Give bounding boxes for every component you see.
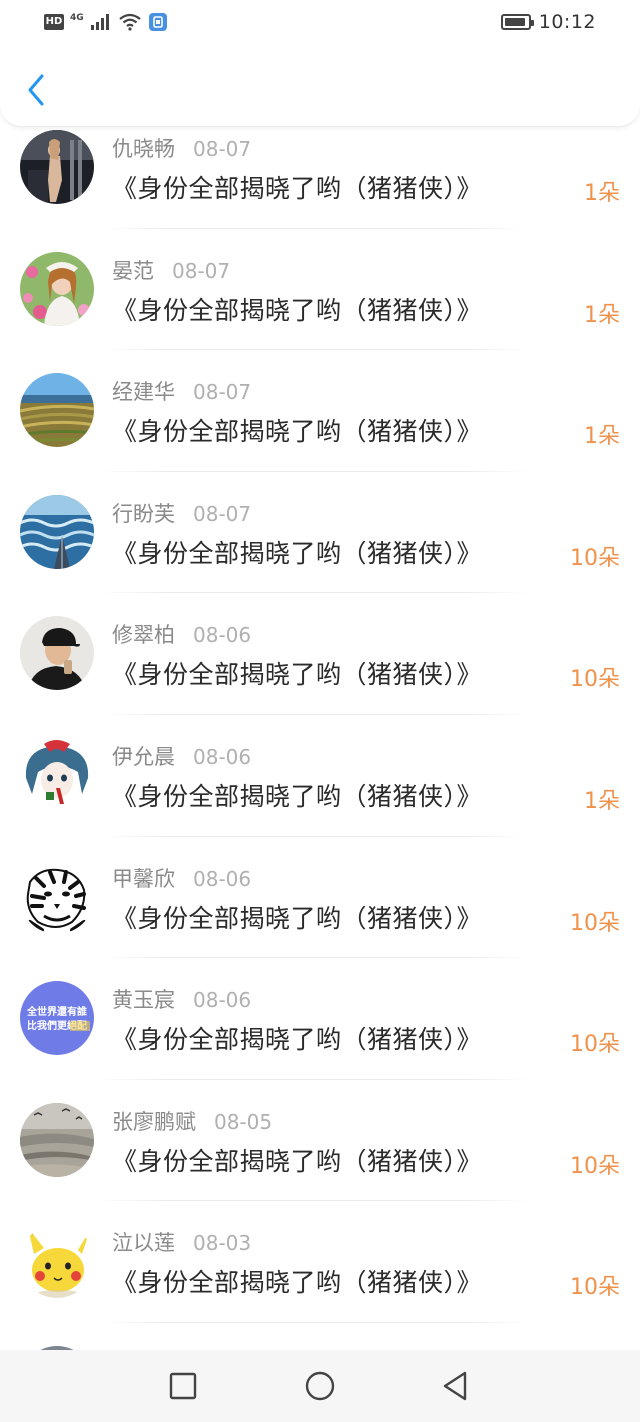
item-meta: 甲馨欣 08-06 [112,863,251,893]
back-nav-button[interactable] [437,1368,473,1404]
square-icon [169,1372,197,1400]
gift-amount: 10朵 [570,1275,620,1301]
woman-flowers-avatar[interactable] [20,251,94,326]
gift-list[interactable]: 仇晓畅 08-07 《身份全部揭晓了哟（猪猪侠）》 1朵 晏范 08-07 《身… [0,126,640,1350]
battery-icon [500,14,534,30]
gift-date: 08-06 [193,866,252,891]
work-title[interactable]: 《身份全部揭晓了哟（猪猪侠）》 [112,1263,482,1299]
item-meta: 伊允晨 08-06 [112,741,251,771]
network-type: 4G [70,12,84,23]
gift-date: 08-07 [193,380,252,405]
gift-amount: 1朵 [584,788,620,814]
gift-date: 08-05 [214,1109,273,1134]
work-title[interactable]: 《身份全部揭晓了哟（猪猪侠）》 [112,1142,482,1178]
gift-date: 08-06 [193,988,252,1013]
item-meta: 张廖鹏赋 08-05 [112,1106,272,1136]
item-meta: 仇晓畅 08-07 [112,133,251,163]
man-cap-avatar[interactable] [20,616,94,691]
triangle-back-icon [443,1371,467,1401]
system-nav-bar [0,1350,640,1422]
gift-list-inner: 仇晓畅 08-07 《身份全部揭晓了哟（猪猪侠）》 1朵 晏范 08-07 《身… [0,126,640,1350]
list-item[interactable]: 全世界還有誰 比我們更絕配 黄玉宸 08-06 《身份全部揭晓了哟（猪猪侠）》 … [0,958,640,1080]
sender-name[interactable]: 修翠柏 [112,619,175,649]
list-item[interactable]: 甲馨欣 08-06 《身份全部揭晓了哟（猪猪侠）》 10朵 [0,837,640,959]
recent-apps-button[interactable] [165,1368,201,1404]
gift-date: 08-06 [193,744,252,769]
item-meta: 黄玉宸 08-06 [112,984,251,1014]
gift-amount: 10朵 [570,1032,620,1058]
item-meta: 行盼芙 08-07 [112,498,251,528]
sender-name[interactable]: 伊允晨 [112,741,175,771]
work-title[interactable]: 《身份全部揭晓了哟（猪猪侠）》 [112,412,482,448]
status-left: HD 4G [44,10,168,34]
signal-icon [90,14,109,30]
gift-amount: 1朵 [584,424,620,450]
item-meta: 晏范 08-07 [112,255,230,285]
sender-name[interactable]: 仇晓畅 [112,133,175,163]
work-title[interactable]: 《身份全部揭晓了哟（猪猪侠）》 [112,291,482,327]
clock: 10:12 [538,11,596,33]
work-title[interactable]: 《身份全部揭晓了哟（猪猪侠）》 [112,1020,482,1056]
list-item[interactable]: 仇晓畅 08-07 《身份全部揭晓了哟（猪猪侠）》 1朵 [0,126,640,229]
sender-name[interactable]: 张廖鹏赋 [112,1106,196,1136]
list-item[interactable]: 经建华 08-07 《身份全部揭晓了哟（猪猪侠）》 1朵 [0,350,640,472]
gift-date: 08-07 [193,501,252,526]
list-item[interactable]: 晏范 08-07 《身份全部揭晓了哟（猪猪侠）》 1朵 [0,229,640,351]
sender-name[interactable]: 行盼芙 [112,498,175,528]
home-button[interactable] [302,1368,338,1404]
top-app-bar [0,44,640,127]
status-right: 10:12 [500,8,596,36]
tiger-sketch-avatar[interactable] [20,859,94,934]
work-title[interactable]: 《身份全部揭晓了哟（猪猪侠）》 [112,655,482,691]
list-item[interactable]: 泣以莲 08-03 《身份全部揭晓了哟（猪猪侠）》 10朵 [0,1201,640,1323]
gift-amount: 10朵 [570,545,620,571]
item-meta: 经建华 08-07 [112,376,251,406]
chevron-left-icon [28,74,44,106]
work-title[interactable]: 《身份全部揭晓了哟（猪猪侠）》 [112,899,482,935]
gym-photo-avatar[interactable] [20,130,94,204]
work-title[interactable]: 《身份全部揭晓了哟（猪猪侠）》 [112,777,482,813]
status-bar: HD 4G 10:12 [0,0,640,44]
item-meta: 修翠柏 08-06 [112,619,251,649]
list-item-partial[interactable] [0,1323,640,1350]
beach-birds-avatar[interactable] [20,1102,94,1177]
gift-amount: 1朵 [584,181,620,206]
gift-date: 08-07 [193,137,252,161]
avatar-text-line-1: 全世界還有誰 [26,1005,87,1018]
text-image-avatar[interactable]: 全世界還有誰 比我們更絕配 [20,981,94,1056]
work-title[interactable]: 《身份全部揭晓了哟（猪猪侠）》 [112,169,482,205]
gift-amount: 1朵 [584,302,620,328]
hd-badge: HD [44,14,64,30]
gift-date: 08-03 [193,1231,252,1256]
list-item[interactable]: 行盼芙 08-07 《身份全部揭晓了哟（猪猪侠）》 10朵 [0,472,640,594]
list-item[interactable]: 修翠柏 08-06 《身份全部揭晓了哟（猪猪侠）》 10朵 [0,593,640,715]
sender-name[interactable]: 黄玉宸 [112,984,175,1014]
ocean-waves-avatar[interactable] [20,494,94,569]
work-title[interactable]: 《身份全部揭晓了哟（猪猪侠）》 [112,534,482,570]
sender-name[interactable]: 泣以莲 [112,1227,175,1257]
gift-amount: 10朵 [570,910,620,936]
item-meta: 泣以莲 08-03 [112,1227,251,1257]
anime-character-avatar[interactable] [20,737,94,812]
list-item[interactable]: 伊允晨 08-06 《身份全部揭晓了哟（猪猪侠）》 1朵 [0,715,640,837]
battery-fill [504,18,525,26]
rice-terrace-avatar[interactable] [20,373,94,448]
pikachu-avatar[interactable] [20,1224,94,1299]
gift-date: 08-06 [193,623,252,648]
sender-name[interactable]: 经建华 [112,376,175,406]
gift-date: 08-07 [172,258,231,283]
sender-name[interactable]: 晏范 [112,255,154,285]
sender-name[interactable]: 甲馨欣 [112,863,175,893]
circle-icon [305,1371,335,1401]
list-item[interactable]: 张廖鹏赋 08-05 《身份全部揭晓了哟（猪猪侠）》 10朵 [0,1080,640,1202]
back-button[interactable] [18,70,54,110]
app-notification-icon [148,13,167,31]
gift-amount: 10朵 [570,1153,620,1179]
gift-amount: 10朵 [570,667,620,693]
wifi-icon [118,13,141,31]
